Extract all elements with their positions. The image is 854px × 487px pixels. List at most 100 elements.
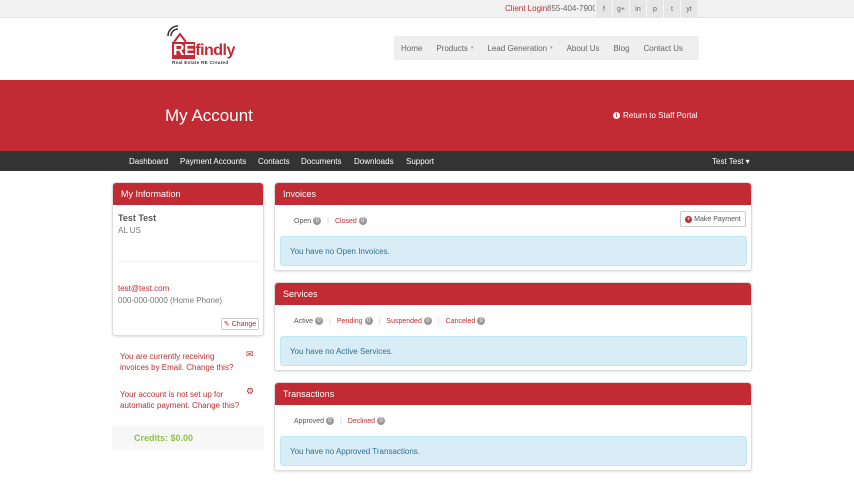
logo-re: RE: [172, 42, 196, 59]
google-plus-icon[interactable]: g+: [612, 0, 629, 18]
filter-open[interactable]: Open 0: [294, 217, 322, 225]
chevron-down-icon: ▾: [550, 45, 553, 51]
nav-about-us[interactable]: About Us: [560, 44, 607, 53]
nav-blog-label: Blog: [613, 43, 630, 53]
chevron-down-icon: ▾: [470, 45, 474, 51]
filter-declined-label: Declined: [347, 417, 376, 425]
filter-active-label: Active: [294, 317, 314, 325]
count-badge: 0: [364, 317, 373, 325]
account-nav: Dashboard Payment Accounts Contacts Docu…: [0, 151, 854, 171]
change-info-button[interactable]: ✎ Change: [221, 318, 259, 330]
wifi-house-icon: [167, 25, 187, 42]
account-nav-dashboard[interactable]: Dashboard: [129, 157, 168, 166]
filter-active[interactable]: Active 0: [294, 317, 324, 325]
user-name: Test Test: [712, 157, 744, 166]
account-name: Test Test: [118, 213, 157, 223]
account-nav-support[interactable]: Support: [406, 157, 434, 166]
filter-approved[interactable]: Approved 0: [294, 417, 334, 425]
filter-declined[interactable]: Declined 0: [347, 417, 386, 425]
invoice-filters: Open 0 | Closed 0: [294, 217, 367, 225]
transactions-empty-message: You have no Approved Transactions.: [280, 436, 747, 466]
invoices-panel: Invoices Open 0 | Closed 0 + Make Payment …: [274, 182, 752, 271]
filter-pending[interactable]: Pending 0: [337, 317, 373, 325]
filter-closed-label: Closed: [334, 217, 357, 225]
account-nav-downloads[interactable]: Downloads: [354, 157, 394, 166]
my-information-panel: My Information Test Test AL US test@test…: [112, 182, 264, 336]
logo-tagline: Real Estate RE Created: [172, 60, 229, 65]
phone-number: 855-404-7900: [547, 4, 597, 13]
email-invoice-notice-link[interactable]: You are currently receiving invoices by …: [120, 351, 240, 373]
count-badge: 0: [358, 217, 367, 225]
account-nav-payment-accounts[interactable]: Payment Accounts: [180, 157, 246, 166]
invoices-heading: Invoices: [275, 183, 751, 205]
nav-home[interactable]: Home: [394, 44, 429, 53]
account-nav-contacts[interactable]: Contacts: [258, 157, 290, 166]
account-location: AL US: [118, 226, 141, 235]
caret-down-icon: ▾: [745, 157, 750, 166]
count-badge: 0: [325, 417, 334, 425]
services-empty-message: You have no Active Services.: [280, 336, 747, 366]
facebook-icon[interactable]: f: [595, 0, 612, 18]
plus-circle-icon: +: [685, 215, 693, 223]
count-badge: 0: [477, 317, 486, 325]
logo-findly: findly: [195, 42, 235, 59]
filter-canceled-label: Canceled: [445, 317, 476, 325]
filter-closed[interactable]: Closed 0: [335, 217, 367, 225]
nav-lead-generation[interactable]: Lead Generation ▾: [480, 44, 559, 53]
service-filters: Active 0 | Pending 0 | Suspended 0 | Cancel…: [294, 317, 486, 325]
make-payment-button[interactable]: + Make Payment: [680, 211, 746, 227]
filter-separator: |: [339, 417, 342, 425]
youtube-icon[interactable]: yt: [680, 0, 697, 18]
nav-contact-us[interactable]: Contact Us: [636, 44, 690, 53]
logo[interactable]: REfindly: [172, 42, 235, 60]
filter-separator: |: [329, 317, 331, 325]
services-panel: Services Active 0 | Pending 0 | Suspended 0…: [274, 282, 752, 371]
count-badge: 0: [313, 217, 322, 225]
count-badge: 0: [315, 317, 324, 325]
filter-canceled[interactable]: Canceled 0: [446, 317, 486, 325]
top-utility-bar: Client Login 855-404-7900 f g+ in p t yt: [0, 0, 854, 18]
nav-products[interactable]: Products ▾: [429, 44, 480, 53]
gear-icon: ⚙: [246, 386, 255, 396]
user-menu[interactable]: Test Test ▾: [712, 157, 750, 166]
nav-about-us-label: About Us: [566, 43, 600, 53]
account-nav-documents[interactable]: Documents: [301, 157, 341, 166]
return-to-staff-portal-link[interactable]: i Return to Staff Portal: [613, 111, 698, 120]
filter-suspended[interactable]: Suspended 0: [386, 317, 432, 325]
envelope-icon: ✉: [246, 349, 254, 359]
filter-approved-label: Approved: [294, 417, 324, 425]
invoices-empty-message: You have no Open Invoices.: [280, 236, 747, 266]
twitter-icon[interactable]: t: [663, 0, 680, 18]
site-header: REfindly Real Estate RE Created Home Pro…: [0, 18, 854, 80]
filter-separator: |: [437, 317, 440, 325]
filter-pending-label: Pending: [336, 317, 363, 325]
divider: [118, 261, 259, 262]
info-icon: i: [613, 112, 620, 119]
credits-balance: Credits: $0.00: [134, 433, 194, 443]
pinterest-icon[interactable]: p: [646, 0, 663, 18]
pencil-icon: ✎: [223, 321, 230, 328]
make-payment-label: Make Payment: [694, 215, 741, 223]
nav-lead-generation-label: Lead Generation: [487, 43, 548, 53]
nav-blog[interactable]: Blog: [606, 44, 636, 53]
page-banner: My Account i Return to Staff Portal: [0, 80, 854, 151]
nav-products-label: Products: [436, 43, 468, 53]
return-label: Return to Staff Portal: [623, 111, 698, 120]
transactions-panel: Transactions Approved 0 | Declined 0 You h…: [274, 382, 752, 471]
main-nav: Home Products ▾ Lead Generation ▾ About Us…: [394, 36, 699, 60]
count-badge: 0: [423, 317, 432, 325]
my-information-heading: My Information: [113, 183, 263, 205]
client-login-link[interactable]: Client Login: [505, 4, 547, 13]
change-label: Change: [231, 320, 257, 328]
filter-separator: |: [378, 317, 381, 325]
transactions-heading: Transactions: [275, 383, 751, 405]
filter-suspended-label: Suspended: [386, 317, 422, 325]
page-title: My Account: [165, 106, 253, 125]
count-badge: 0: [377, 417, 386, 425]
transaction-filters: Approved 0 | Declined 0: [294, 417, 386, 425]
account-email-link[interactable]: test@test.com: [118, 284, 169, 293]
linkedin-icon[interactable]: in: [629, 0, 646, 18]
services-heading: Services: [275, 283, 751, 305]
autopay-notice-link[interactable]: Your account is not set up for automatic…: [120, 389, 240, 411]
filter-separator: |: [327, 217, 329, 225]
